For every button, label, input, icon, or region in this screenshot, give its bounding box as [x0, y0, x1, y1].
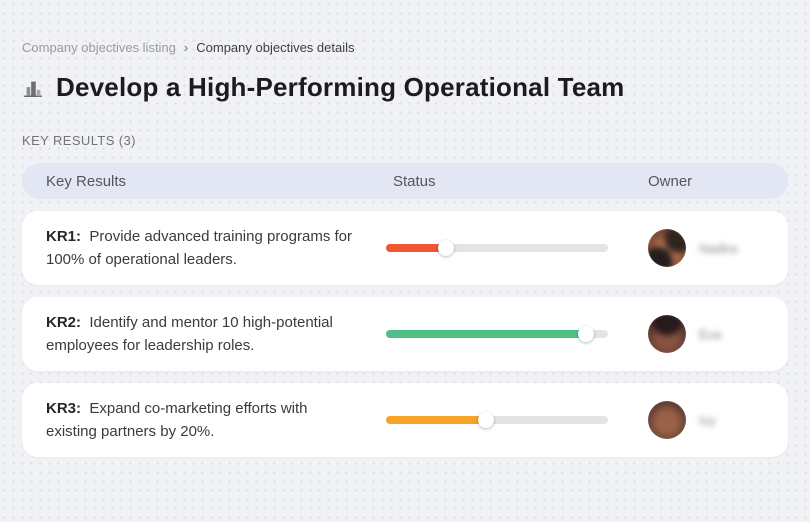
- kr1-progress-slider[interactable]: [386, 240, 608, 256]
- kr3-description: KR3: Expand co-marketing efforts with ex…: [46, 397, 386, 444]
- kr3-label: KR3:: [46, 399, 82, 417]
- table-header-row: Key Results Status Owner: [22, 163, 788, 199]
- slider-fill: [386, 330, 586, 338]
- key-result-row-kr3[interactable]: KR3: Expand co-marketing efforts with ex…: [22, 383, 788, 457]
- owner-name: Nadira: [699, 240, 738, 256]
- kr3-text: Expand co-marketing efforts with existin…: [46, 399, 308, 440]
- key-result-row-kr2[interactable]: KR2: Identify and mentor 10 high-potenti…: [22, 297, 788, 371]
- kr2-progress-slider[interactable]: [386, 326, 608, 342]
- chevron-right-icon: ›: [183, 40, 189, 55]
- kr1-text: Provide advanced training programs for 1…: [46, 227, 352, 268]
- slider-knob[interactable]: [437, 240, 454, 256]
- objective-details-page: Company objectives listing › Company obj…: [0, 0, 810, 457]
- key-results-table: Key Results Status Owner KR1: Provide ad…: [22, 163, 788, 457]
- kr3-owner: Ivy: [648, 401, 788, 439]
- kr2-owner: Eva: [648, 315, 788, 353]
- page-title: Develop a High-Performing Operational Te…: [56, 72, 625, 102]
- breadcrumb: Company objectives listing › Company obj…: [22, 40, 788, 55]
- title-row: Develop a High-Performing Operational Te…: [22, 72, 788, 103]
- breadcrumb-item-listing[interactable]: Company objectives listing: [22, 40, 176, 55]
- owner-name: Ivy: [699, 412, 716, 428]
- header-owner: Owner: [648, 172, 693, 190]
- avatar: [648, 401, 686, 439]
- kr1-description: KR1: Provide advanced training programs …: [46, 225, 386, 272]
- header-key-results: Key Results: [46, 172, 127, 190]
- avatar: [648, 229, 686, 267]
- kr1-owner: Nadira: [648, 229, 788, 267]
- header-status: Status: [393, 172, 436, 190]
- buildings-icon: [22, 77, 44, 99]
- owner-name: Eva: [699, 326, 722, 342]
- key-results-count-label: KEY RESULTS (3): [22, 133, 136, 148]
- avatar: [648, 315, 686, 353]
- kr2-description: KR2: Identify and mentor 10 high-potenti…: [46, 311, 386, 358]
- slider-knob[interactable]: [477, 412, 494, 428]
- breadcrumb-item-details[interactable]: Company objectives details: [196, 40, 354, 55]
- kr2-label: KR2:: [46, 313, 82, 331]
- kr3-progress-slider[interactable]: [386, 412, 608, 428]
- slider-knob[interactable]: [577, 326, 594, 342]
- kr2-text: Identify and mentor 10 high-potential em…: [46, 313, 333, 354]
- key-result-row-kr1[interactable]: KR1: Provide advanced training programs …: [22, 211, 788, 285]
- slider-fill: [386, 416, 486, 424]
- slider-fill: [386, 244, 446, 252]
- kr1-label: KR1:: [46, 227, 82, 245]
